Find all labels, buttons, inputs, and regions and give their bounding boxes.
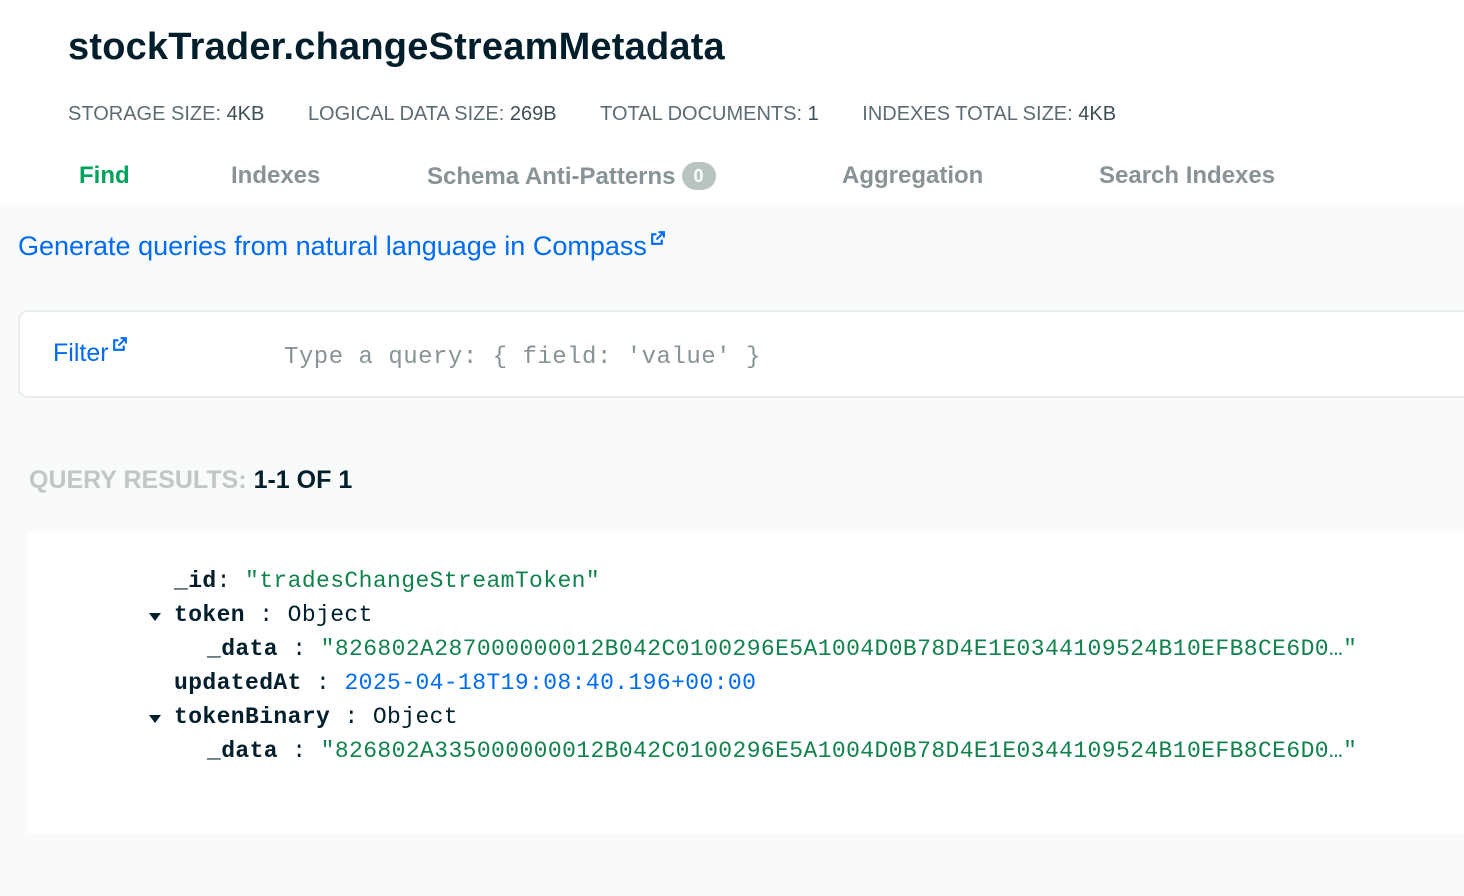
tab-indexes[interactable]: Indexes — [231, 162, 320, 190]
field-key: tokenBinary — [174, 704, 331, 730]
field-value: 2025-04-18T19:08:40.196+00:00 — [344, 670, 757, 696]
field-key: _data — [207, 738, 279, 764]
field-key: _data — [207, 636, 279, 662]
field-value: "826802A287000000012B042C0100296E5A1004D… — [320, 636, 1358, 662]
anti-patterns-count-badge: 0 — [681, 162, 716, 190]
caret-down-icon[interactable] — [149, 715, 161, 723]
field-token-binary-data: _data : "826802A335000000012B042C0100296… — [207, 738, 1358, 764]
stat-label: LOGICAL DATA SIZE: — [307, 103, 505, 125]
filter-bar: Filter — [18, 310, 1464, 398]
caret-down-icon[interactable] — [149, 613, 161, 621]
field-type: Object — [287, 602, 373, 628]
filter-docs-link[interactable]: Filter — [53, 336, 128, 368]
field-token-data: _data : "826802A287000000012B042C0100296… — [207, 636, 1358, 662]
document-card: _id: "tradesChangeStreamToken" token : O… — [28, 531, 1464, 834]
query-results-summary: QUERY RESULTS: 1-1 OF 1 — [29, 466, 352, 495]
tab-search-indexes[interactable]: Search Indexes — [1099, 162, 1275, 190]
field-token: token : Object — [174, 602, 373, 628]
stat-value: 4KB — [226, 103, 265, 125]
stat-indexes-total-size: INDEXES TOTAL SIZE: 4KB — [862, 103, 1116, 126]
query-results-label: QUERY RESULTS: — [29, 466, 247, 494]
field-value: "826802A335000000012B042C0100296E5A1004D… — [320, 738, 1358, 764]
stat-label: TOTAL DOCUMENTS: — [600, 103, 803, 125]
stat-total-documents: TOTAL DOCUMENTS: 1 — [600, 103, 819, 126]
tab-schema-anti-patterns[interactable]: Schema Anti-Patterns 0 — [427, 162, 716, 191]
collection-stats: STORAGE SIZE: 4KB LOGICAL DATA SIZE: 269… — [68, 103, 1154, 126]
stat-value: 269B — [509, 103, 557, 125]
external-link-icon — [112, 337, 127, 351]
collection-header: stockTrader.changeStreamMetadata STORAGE… — [0, 0, 1464, 205]
stat-value: 1 — [807, 103, 819, 125]
filter-query-input[interactable] — [282, 334, 1436, 380]
tab-find[interactable]: Find — [79, 162, 130, 190]
nl-query-link-text: Generate queries from natural language i… — [18, 231, 647, 261]
query-results-range: 1-1 OF 1 — [253, 466, 353, 494]
stat-label: INDEXES TOTAL SIZE: — [862, 103, 1073, 125]
field-key: token — [174, 602, 246, 628]
collection-tabs: Find Indexes Schema Anti-Patterns 0 Aggre… — [0, 162, 1464, 202]
field-value: "tradesChangeStreamToken" — [245, 568, 601, 594]
field-token-binary: tokenBinary : Object — [174, 704, 459, 730]
field-type: Object — [372, 704, 459, 730]
stat-value: 4KB — [1078, 103, 1117, 125]
tab-aggregation[interactable]: Aggregation — [842, 162, 983, 190]
field-id: _id: "tradesChangeStreamToken" — [174, 568, 601, 594]
filter-label-text: Filter — [53, 339, 109, 367]
field-updated-at: updatedAt : 2025-04-18T19:08:40.196+00:0… — [174, 670, 757, 696]
stat-logical-data-size: LOGICAL DATA SIZE: 269B — [308, 103, 557, 126]
collection-title: stockTrader.changeStreamMetadata — [68, 26, 725, 68]
external-link-icon — [650, 231, 665, 245]
stat-label: STORAGE SIZE: — [68, 103, 221, 125]
stat-storage-size: STORAGE SIZE: 4KB — [68, 103, 264, 126]
field-key: updatedAt — [174, 670, 302, 696]
field-key: _id — [174, 568, 217, 594]
nl-query-compass-link[interactable]: Generate queries from natural language i… — [18, 230, 666, 262]
tab-label: Schema Anti-Patterns — [427, 163, 676, 190]
